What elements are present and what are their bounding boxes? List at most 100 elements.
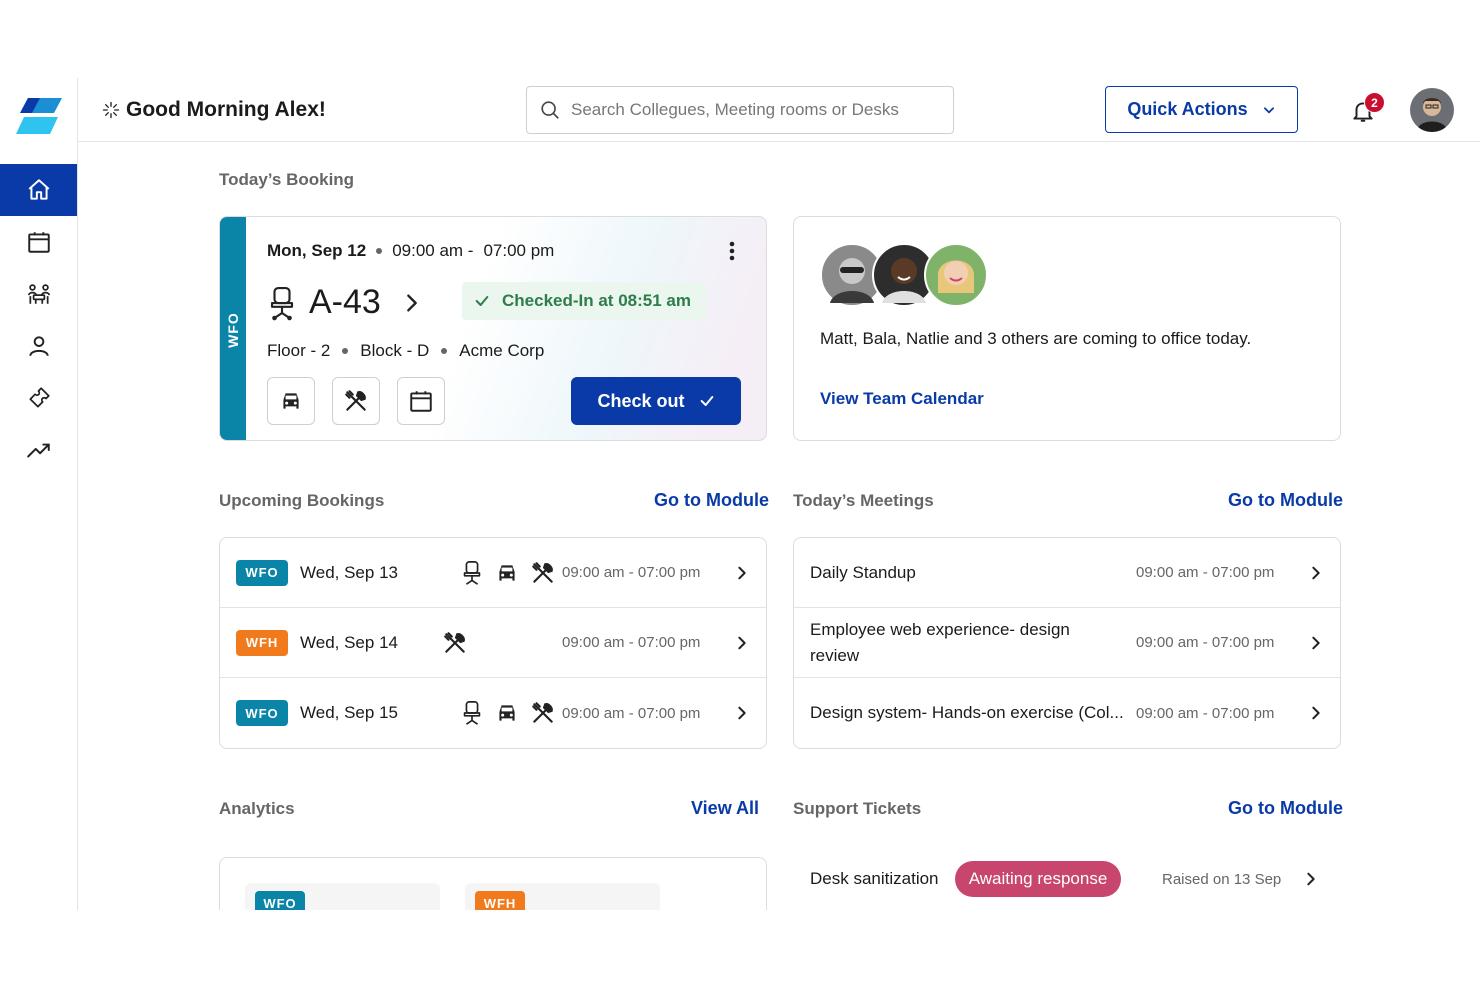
upcoming-row[interactable]: WFO Wed, Sep 13 09:00 am - 07:00 pm xyxy=(220,538,766,608)
avatar-natlie xyxy=(924,243,988,307)
sidebar-item-people[interactable] xyxy=(0,320,77,372)
location-row: Floor - 2 Block - D Acme Corp xyxy=(267,341,544,361)
search-box[interactable] xyxy=(526,86,954,134)
upcoming-row[interactable]: WFH Wed, Sep 14 09:00 am - 07:00 pm xyxy=(220,608,766,678)
car-icon xyxy=(499,705,515,721)
meeting-time-end: 07:00 pm xyxy=(1211,704,1275,722)
sidebar-item-calendar[interactable] xyxy=(0,216,77,268)
quick-actions-button[interactable]: Quick Actions xyxy=(1105,86,1298,133)
booking-date: Mon, Sep 12 xyxy=(267,241,367,260)
analytics-tile-wfh[interactable]: WFH xyxy=(465,883,660,910)
checked-in-text: Checked-In at 08:51 am xyxy=(502,291,691,310)
meetings-go-to-module-link[interactable]: Go to Module xyxy=(1228,490,1343,511)
wfh-tag: WFH xyxy=(236,629,288,656)
chevron-right-icon xyxy=(738,706,746,720)
separator-dot xyxy=(342,348,349,354)
brand-logo-icon[interactable] xyxy=(16,96,62,136)
wfh-tag: WFH xyxy=(475,891,525,910)
support-tickets-label: Support Tickets xyxy=(793,799,922,818)
check-icon xyxy=(475,296,489,306)
upcoming-time-end: 07:00 pm xyxy=(637,564,701,581)
check-out-button[interactable]: Check out xyxy=(571,377,741,425)
meeting-time: 09:00 am - 07:00 pm xyxy=(1136,634,1274,651)
meeting-time: 09:00 am - 07:00 pm xyxy=(1136,705,1274,722)
support-go-to-module-link[interactable]: Go to Module xyxy=(1228,798,1343,819)
chevron-right-icon xyxy=(1307,872,1315,886)
chevron-right-icon xyxy=(1312,566,1320,579)
more-options-icon[interactable] xyxy=(722,239,742,263)
upcoming-time-end: 07:00 pm xyxy=(637,704,701,722)
upcoming-time-start: 09:00 am - xyxy=(562,634,634,651)
view-team-calendar-link[interactable]: View Team Calendar xyxy=(820,389,984,409)
meeting-time: 09:00 am - 07:00 pm xyxy=(1136,564,1274,581)
upcoming-go-to-module-link[interactable]: Go to Module xyxy=(654,490,769,511)
meeting-row[interactable]: Employee web experience- design review 0… xyxy=(794,608,1340,678)
quick-actions-label: Quick Actions xyxy=(1127,99,1248,119)
greeting: Good Morning Alex! xyxy=(102,98,326,122)
wfo-tag: WFO xyxy=(255,891,305,910)
meeting-row[interactable]: Daily Standup 09:00 am - 07:00 pm xyxy=(794,538,1340,608)
amenity-icons xyxy=(460,560,556,586)
wfo-tag: WFO xyxy=(236,559,288,586)
upcoming-row[interactable]: WFO Wed, Sep 15 09:00 am - 07:00 pm xyxy=(220,678,766,748)
analytics-view-all-link[interactable]: View All xyxy=(691,798,759,819)
person-icon xyxy=(28,336,49,357)
amenity-icons xyxy=(442,630,468,656)
block: Block - D xyxy=(360,341,430,360)
search-icon xyxy=(541,101,559,119)
upcoming-date: Wed, Sep 15 xyxy=(300,703,398,722)
car-icon xyxy=(283,393,299,409)
ticket-status-badge: Awaiting response xyxy=(955,861,1121,897)
meeting-time-end: 07:00 pm xyxy=(1211,564,1275,581)
separator-dot xyxy=(376,248,383,254)
top-header: Good Morning Alex! Quick Actions 2 xyxy=(78,78,1480,142)
sidebar-item-home[interactable] xyxy=(0,164,77,216)
team-avatars xyxy=(820,243,988,307)
check-icon xyxy=(700,396,713,406)
chevron-right-icon xyxy=(1312,706,1320,720)
chevron-right-icon xyxy=(738,636,746,649)
team-presence-card: Matt, Bala, Natlie and 3 others are comi… xyxy=(793,216,1341,441)
todays-meetings-list: Daily Standup 09:00 am - 07:00 pm Employ… xyxy=(793,537,1341,749)
team-presence-message: Matt, Bala, Natlie and 3 others are comi… xyxy=(820,329,1252,348)
meeting-time-end: 07:00 pm xyxy=(1211,634,1275,651)
search-input[interactable] xyxy=(571,100,931,120)
chevron-right-icon xyxy=(406,293,417,312)
home-icon xyxy=(28,179,49,200)
upcoming-bookings-label: Upcoming Bookings xyxy=(219,491,385,510)
desk-row[interactable]: A-43 xyxy=(267,283,423,322)
upcoming-time: 09:00 am - 07:00 pm xyxy=(562,705,700,722)
meeting-row[interactable]: Design system- Hands-on exercise (Col...… xyxy=(794,678,1340,748)
analytics-card: WFO WFH xyxy=(219,857,767,910)
desk-chair-icon xyxy=(463,560,481,585)
team-icon xyxy=(27,284,50,304)
cab-amenity-button[interactable] xyxy=(267,377,315,425)
meeting-title: Daily Standup xyxy=(810,562,916,582)
calendar-icon xyxy=(410,391,432,412)
sidebar-item-team[interactable] xyxy=(0,268,77,320)
desk-chair-icon xyxy=(270,286,294,320)
ticket-title: Desk sanitization xyxy=(810,869,939,888)
meeting-title: Design system- Hands-on exercise (Col... xyxy=(810,703,1124,722)
upcoming-date: Wed, Sep 14 xyxy=(300,632,398,652)
upcoming-time-end: 07:00 pm xyxy=(637,634,701,651)
analytics-label: Analytics xyxy=(219,799,295,818)
todays-booking-card: WFO Mon, Sep 12 09:00 am - 07:00 pm A-43… xyxy=(219,216,767,441)
ticket-raised-date: Raised on 13 Sep xyxy=(1162,871,1282,888)
wfo-tag: WFO xyxy=(236,700,288,726)
desk-code: A-43 xyxy=(309,283,381,321)
meeting-time-start: 09:00 am - xyxy=(1136,564,1208,581)
amenity-icons xyxy=(460,700,556,726)
upcoming-time-start: 09:00 am - xyxy=(562,704,634,722)
sidebar-item-analytics[interactable] xyxy=(0,424,77,476)
avatar[interactable] xyxy=(1410,88,1454,132)
sun-icon xyxy=(102,101,120,119)
meal-amenity-button[interactable] xyxy=(332,377,380,425)
sidebar-item-tickets[interactable] xyxy=(0,372,77,424)
calendar-amenity-button[interactable] xyxy=(397,377,445,425)
upcoming-bookings-list: WFO Wed, Sep 13 09:00 am - 07:00 pm WFH … xyxy=(219,537,767,749)
check-out-label: Check out xyxy=(597,390,685,411)
meeting-time-start: 09:00 am - xyxy=(1136,704,1208,722)
analytics-tile-wfo[interactable]: WFO xyxy=(245,883,440,910)
ticket-row[interactable]: Desk sanitization Awaiting response Rais… xyxy=(810,861,1340,897)
